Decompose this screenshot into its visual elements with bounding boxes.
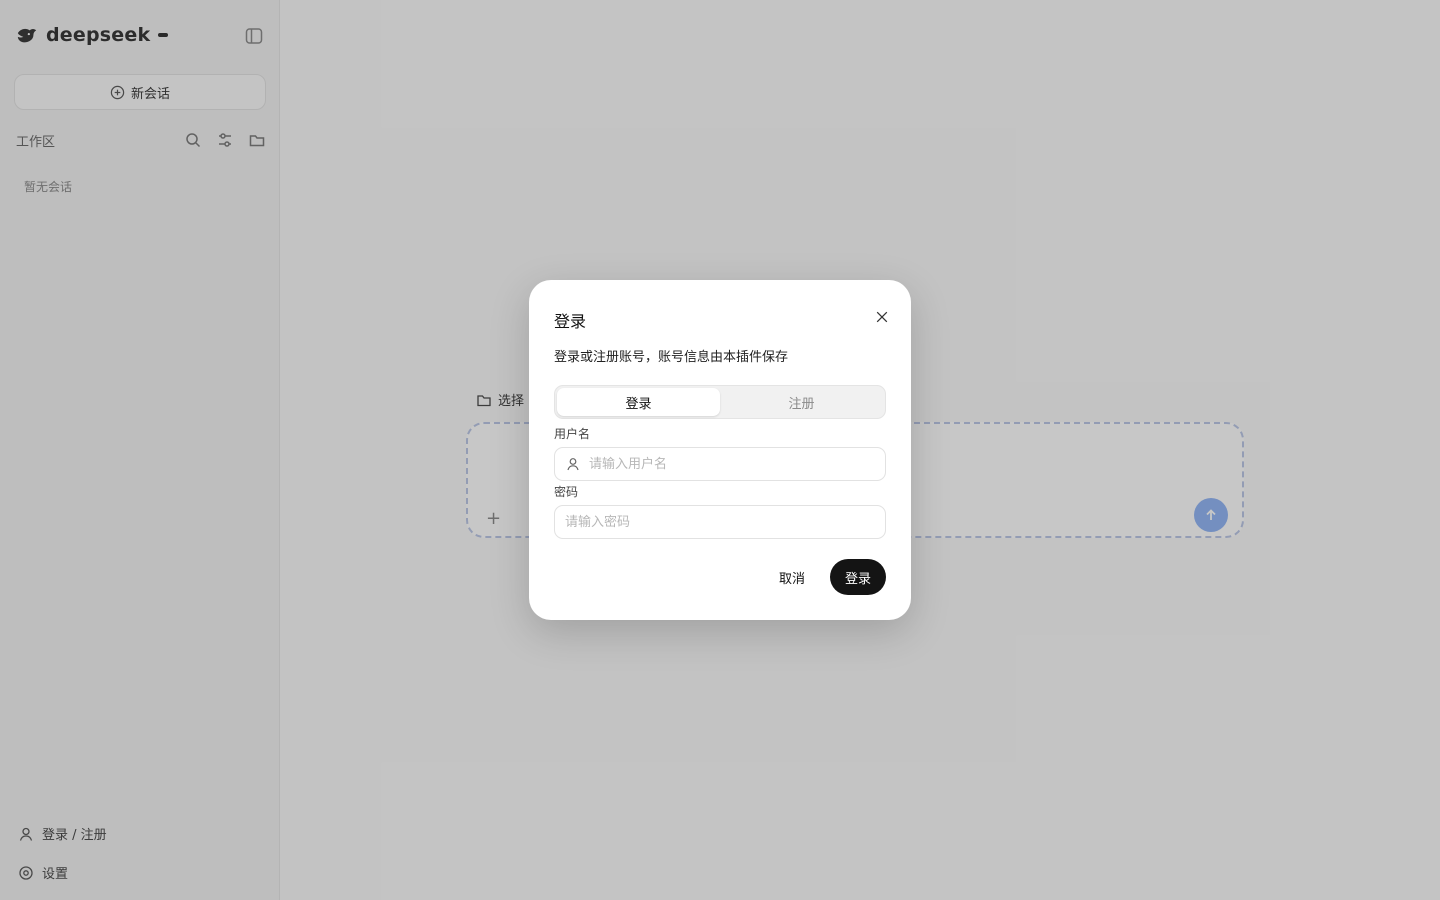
user-icon — [567, 458, 579, 471]
close-button[interactable] — [872, 307, 892, 327]
dialog-title: 登录 — [554, 312, 587, 331]
username-label: 用户名 — [554, 427, 591, 441]
username-input[interactable] — [589, 448, 875, 480]
close-icon — [876, 311, 888, 323]
auth-tabs: 登录 注册 — [554, 385, 886, 419]
password-label: 密码 — [554, 485, 579, 499]
cancel-button[interactable]: 取消 — [769, 560, 815, 594]
password-input[interactable] — [565, 506, 875, 538]
login-submit-button[interactable]: 登录 — [830, 559, 886, 595]
password-field-wrapper — [554, 505, 886, 539]
login-dialog: 登录 登录或注册账号，账号信息由本插件保存 登录 注册 用户名 密码 取消 登录 — [529, 280, 911, 620]
dialog-description: 登录或注册账号，账号信息由本插件保存 — [554, 350, 789, 365]
username-field-wrapper — [554, 447, 886, 481]
tab-register[interactable]: 注册 — [720, 388, 883, 416]
tab-login[interactable]: 登录 — [557, 388, 720, 416]
